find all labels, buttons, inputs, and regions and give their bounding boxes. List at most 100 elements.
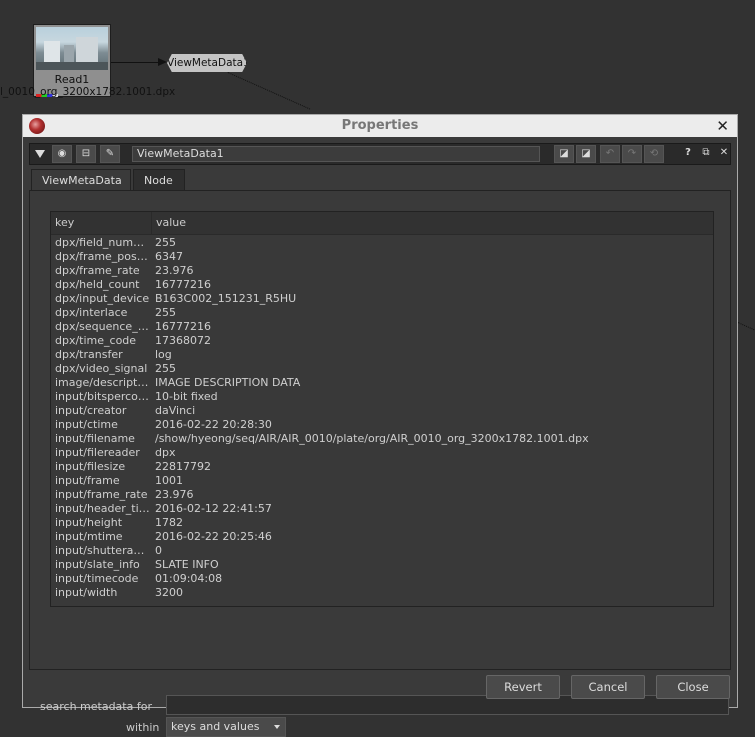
- redo-icon[interactable]: ↷: [622, 145, 642, 163]
- read-node-filename: l_0010_org_3200x1782.1001.dpx: [0, 86, 176, 98]
- metadata-value: 6347: [155, 250, 183, 263]
- metadata-value: 22817792: [155, 460, 211, 473]
- metadata-value: 255: [155, 306, 176, 319]
- node-toolbar: ◉ ⊟ ✎ ViewMetaData1 ◪ ◪ ↶ ↷ ⟲ ? ⧉ ✕: [29, 143, 731, 165]
- table-row[interactable]: dpx/held_count 16777216: [51, 278, 713, 292]
- metadata-key: input/ctime: [55, 418, 118, 431]
- table-row[interactable]: input/timecode 01:09:04:08: [51, 572, 713, 586]
- cancel-button[interactable]: Cancel: [571, 675, 645, 699]
- column-header-value[interactable]: value: [152, 212, 186, 234]
- metadata-value: 16777216: [155, 278, 211, 291]
- window-titlebar[interactable]: Properties ✕: [23, 115, 737, 137]
- wrench-icon[interactable]: ✎: [100, 145, 120, 163]
- table-row[interactable]: dpx/transfer log: [51, 348, 713, 362]
- metadata-key: input/height: [55, 516, 123, 529]
- within-label: within: [126, 721, 160, 734]
- metadata-key: dpx/time_code: [55, 334, 137, 347]
- metadata-key: input/header_time: [55, 502, 150, 515]
- metadata-value: /show/hyeong/seq/AIR/AIR_0010/plate/org/…: [155, 432, 589, 445]
- revert-knobs-icon[interactable]: ⟲: [644, 145, 664, 163]
- metadata-key: input/timecode: [55, 572, 139, 585]
- node-connection-arrow: [158, 58, 167, 66]
- table-row[interactable]: input/frame_rate 23.976: [51, 488, 713, 502]
- metadata-value: 3200: [155, 586, 183, 599]
- table-row[interactable]: input/filename/show/hyeong/seq/AIR/AIR_0…: [51, 432, 713, 446]
- metadata-value: 17368072: [155, 334, 211, 347]
- read-node-thumbnail: [36, 27, 108, 70]
- tab-viewmetadata[interactable]: ViewMetaData: [31, 169, 131, 191]
- metadata-key: dpx/input_device: [55, 292, 150, 305]
- table-row[interactable]: image/description IMAGE DESCRIPTION DATA: [51, 376, 713, 390]
- collapse-triangle-icon[interactable]: [35, 150, 45, 158]
- metadata-key: input/frame: [55, 474, 120, 487]
- metadata-table[interactable]: key value dpx/field_number 255 dpx/frame_p…: [50, 211, 714, 607]
- table-row[interactable]: dpx/sequence_length 16777216: [51, 320, 713, 334]
- window-title: Properties: [341, 118, 419, 133]
- color-swatch-2-icon[interactable]: ◪: [576, 145, 596, 163]
- table-row[interactable]: input/bitspercomponent 10-bit fixed: [51, 390, 713, 404]
- table-row[interactable]: dpx/frame_position 6347: [51, 250, 713, 264]
- float-panel-icon[interactable]: ⧉: [696, 145, 716, 163]
- node-name-field[interactable]: ViewMetaData1: [132, 146, 540, 162]
- table-row[interactable]: input/slate_info SLATE INFO: [51, 558, 713, 572]
- metadata-value: 23.976: [155, 488, 194, 501]
- metadata-key: input/filename: [55, 432, 135, 445]
- properties-window: Properties ✕ ◉ ⊟ ✎ ViewMetaData1 ◪ ◪ ↶ ↷…: [22, 114, 738, 737]
- table-row[interactable]: dpx/interlace 255: [51, 306, 713, 320]
- table-header: key value: [51, 212, 713, 235]
- metadata-value: 16777216: [155, 320, 211, 333]
- table-row[interactable]: dpx/frame_rate 23.976: [51, 264, 713, 278]
- viewer-link-line: [227, 72, 311, 110]
- column-header-key[interactable]: key: [51, 212, 152, 234]
- metadata-key: dpx/held_count: [55, 278, 140, 291]
- metadata-value: 255: [155, 236, 176, 249]
- close-panel-icon[interactable]: ✕: [714, 145, 734, 163]
- metadata-value: 1001: [155, 474, 183, 487]
- table-row[interactable]: input/width 3200: [51, 586, 713, 600]
- table-row[interactable]: input/creator daVinci: [51, 404, 713, 418]
- table-row[interactable]: input/filesize 22817792: [51, 460, 713, 474]
- metadata-value: 0: [155, 544, 162, 557]
- undo-icon[interactable]: ↶: [600, 145, 620, 163]
- metadata-value: dpx: [155, 446, 176, 459]
- help-icon[interactable]: ?: [678, 145, 698, 163]
- table-body: dpx/field_number 255 dpx/frame_position 634…: [51, 236, 713, 600]
- metadata-value: 1782: [155, 516, 183, 529]
- table-row[interactable]: input/ctime 2016-02-22 20:28:30: [51, 418, 713, 432]
- viewer-link-line-right: [737, 322, 755, 332]
- metadata-value: 10-bit fixed: [155, 390, 218, 403]
- table-row[interactable]: input/filereader dpx: [51, 446, 713, 460]
- revert-button[interactable]: Revert: [486, 675, 560, 699]
- center-node-icon[interactable]: ◉: [52, 145, 72, 163]
- viewmetadata-node[interactable]: ViewMetaData1: [167, 54, 247, 72]
- metadata-value: B163C002_151231_R5HU: [155, 292, 297, 305]
- metadata-key: input/creator: [55, 404, 127, 417]
- table-row[interactable]: dpx/time_code 17368072: [51, 334, 713, 348]
- table-row[interactable]: input/shutterangle 0: [51, 544, 713, 558]
- metadata-key: dpx/interlace: [55, 306, 128, 319]
- metadata-value: IMAGE DESCRIPTION DATA: [155, 376, 301, 389]
- metadata-key: dpx/frame_position: [55, 250, 150, 263]
- metadata-value: SLATE INFO: [155, 558, 219, 571]
- metadata-value: daVinci: [155, 404, 196, 417]
- input-node-icon[interactable]: ⊟: [76, 145, 96, 163]
- color-swatch-1-icon[interactable]: ◪: [554, 145, 574, 163]
- metadata-key: input/bitspercomponent: [55, 390, 150, 403]
- node-connection-edge: [111, 62, 163, 63]
- metadata-key: input/frame_rate: [55, 488, 148, 501]
- table-row[interactable]: dpx/field_number 255: [51, 236, 713, 250]
- metadata-key: image/description: [55, 376, 150, 389]
- metadata-key: dpx/frame_rate: [55, 264, 140, 277]
- within-dropdown[interactable]: keys and values: [166, 717, 286, 737]
- table-row[interactable]: input/mtime 2016-02-22 20:25:46: [51, 530, 713, 544]
- table-row[interactable]: input/height 1782: [51, 516, 713, 530]
- window-close-icon[interactable]: ✕: [716, 117, 729, 135]
- close-button[interactable]: Close: [656, 675, 730, 699]
- table-row[interactable]: dpx/input_device B163C002_151231_R5HU: [51, 292, 713, 306]
- metadata-key: input/mtime: [55, 530, 123, 543]
- table-row[interactable]: input/frame 1001: [51, 474, 713, 488]
- metadata-key: input/filesize: [55, 460, 126, 473]
- table-row[interactable]: dpx/video_signal 255: [51, 362, 713, 376]
- tab-node[interactable]: Node: [133, 169, 185, 190]
- table-row[interactable]: input/header_time 2016-02-12 22:41:57: [51, 502, 713, 516]
